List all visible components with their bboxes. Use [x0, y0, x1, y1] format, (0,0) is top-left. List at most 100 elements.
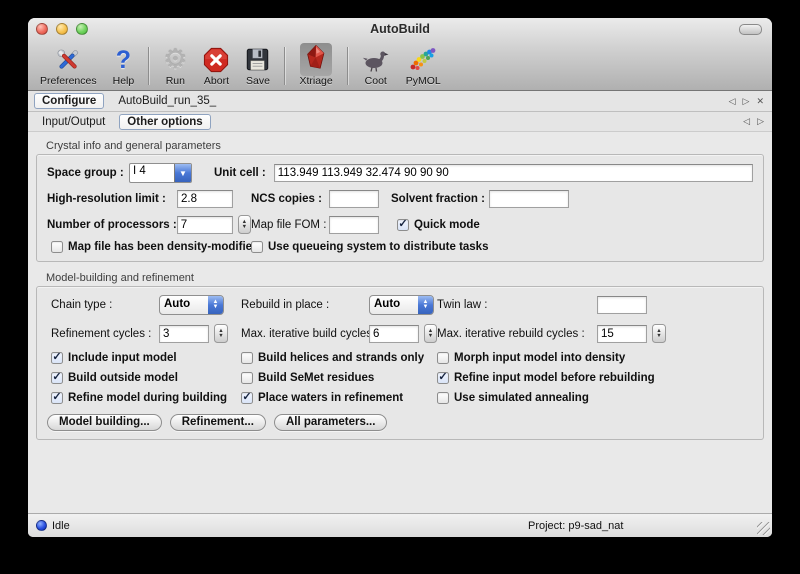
checkbox-box[interactable]: ✓ — [241, 372, 253, 384]
toolbar-button-xtriage[interactable]: Xtriage — [293, 45, 338, 87]
twin-law-field[interactable] — [597, 296, 647, 314]
toolbar-label: PyMOL — [406, 75, 441, 87]
unit-cell-field[interactable] — [274, 164, 753, 182]
tab-scroll-left-icon[interactable]: ◁ — [743, 116, 750, 127]
rebuild-cycles-field[interactable] — [597, 325, 647, 343]
checkbox-box[interactable]: ✓ — [437, 352, 449, 364]
high-res-label: High-resolution limit : — [47, 193, 177, 205]
build-outside-model-checkbox[interactable]: ✓ Build outside model — [47, 372, 241, 384]
tab-nav: ◁ ▷ ✕ — [729, 96, 766, 107]
preferences-icon — [54, 45, 82, 74]
checkbox-label: Place waters in refinement — [258, 392, 403, 404]
all-parameters-button[interactable]: All parameters... — [274, 414, 387, 431]
solvent-fraction-label: Solvent fraction : — [391, 193, 489, 205]
toolbar-button-save[interactable]: Save — [239, 45, 276, 87]
tab-other-options[interactable]: Other options — [119, 114, 210, 130]
checkbox-box[interactable]: ✓ — [241, 352, 253, 364]
group-title: Crystal info and general parameters — [46, 140, 764, 152]
refinement-button[interactable]: Refinement... — [170, 414, 266, 431]
refine-during-building-checkbox[interactable]: ✓ Refine model during building — [47, 392, 241, 404]
tab-scroll-right-icon[interactable]: ▷ — [757, 116, 764, 127]
toolbar-label: Run — [166, 75, 185, 87]
toolbar-label: Save — [246, 75, 270, 87]
toolbar-separator — [284, 47, 285, 85]
build-cycles-label: Max. iterative build cycles : — [241, 328, 369, 340]
rebuild-cycles-stepper[interactable]: ▲▼ — [652, 324, 666, 343]
toolbar-label: Xtriage — [299, 75, 332, 87]
unit-cell-label: Unit cell : — [214, 167, 266, 179]
titlebar[interactable]: AutoBuild — [28, 18, 772, 39]
refine-input-model-checkbox[interactable]: ✓ Refine input model before rebuilding — [437, 372, 753, 384]
refinement-cycles-field[interactable] — [159, 325, 209, 343]
model-building-button[interactable]: Model building... — [47, 414, 162, 431]
nproc-stepper[interactable]: ▲▼ — [238, 215, 251, 234]
rebuild-in-place-popup[interactable]: Auto ▲▼ — [369, 295, 434, 315]
toolbar-toggle-pill[interactable] — [739, 24, 762, 35]
place-waters-checkbox[interactable]: ✓ Place waters in refinement — [241, 392, 437, 404]
tab-close-icon[interactable]: ✕ — [756, 96, 764, 107]
autobuild-window: AutoBuild — [28, 18, 772, 537]
toolbar: Preferences ? Help ⚙ Run Abort — [28, 39, 772, 90]
checkbox-box[interactable]: ✓ — [51, 392, 63, 404]
toolbar-button-coot[interactable]: Coot — [356, 45, 396, 87]
window-title: AutoBuild — [28, 22, 772, 36]
build-cycles-field[interactable] — [369, 325, 419, 343]
queueing-checkbox[interactable]: ✓ Use queueing system to distribute task… — [251, 241, 753, 253]
toolbar-label: Preferences — [40, 75, 97, 87]
simulated-annealing-checkbox[interactable]: ✓ Use simulated annealing — [437, 392, 753, 404]
main-tab-bar: Configure AutoBuild_run_35_ ◁ ▷ ✕ — [28, 91, 772, 112]
build-cycles-stepper[interactable]: ▲▼ — [424, 324, 437, 343]
density-modified-checkbox[interactable]: ✓ Map file has been density-modified — [51, 241, 251, 253]
map-fom-field[interactable] — [329, 216, 379, 234]
space-group-combobox[interactable]: I 4 ▼ — [129, 163, 192, 183]
toolbar-button-preferences[interactable]: Preferences — [34, 45, 103, 87]
toolbar-separator — [148, 47, 149, 85]
nproc-field[interactable] — [177, 216, 233, 234]
toolbar-label: Help — [113, 75, 135, 87]
checkbox-label: Refine input model before rebuilding — [454, 372, 655, 384]
build-semet-checkbox[interactable]: ✓ Build SeMet residues — [241, 372, 437, 384]
save-icon — [245, 45, 270, 74]
pymol-icon — [409, 45, 437, 74]
tab-input-output[interactable]: Input/Output — [34, 114, 113, 130]
checkbox-box[interactable]: ✓ — [241, 392, 253, 404]
rebuild-in-place-value: Auto — [370, 296, 418, 314]
toolbar-button-pymol[interactable]: PyMOL — [400, 45, 447, 87]
tab-configure[interactable]: Configure — [34, 93, 104, 109]
chevron-down-icon[interactable]: ▼ — [174, 164, 191, 182]
model-building-group: Model-building and refinement Chain type… — [36, 272, 764, 440]
solvent-fraction-field[interactable] — [489, 190, 569, 208]
toolbar-button-run[interactable]: ⚙ Run — [157, 45, 193, 87]
refinement-cycles-stepper[interactable]: ▲▼ — [214, 324, 228, 343]
checkbox-box[interactable]: ✓ — [251, 241, 263, 253]
high-res-field[interactable] — [177, 190, 233, 208]
include-input-model-checkbox[interactable]: ✓ Include input model — [47, 352, 241, 364]
crystal-info-group: Crystal info and general parameters Spac… — [36, 140, 764, 262]
checkbox-box[interactable]: ✓ — [437, 392, 449, 404]
coot-bird-icon — [362, 45, 390, 74]
quick-mode-checkbox[interactable]: ✓ Quick mode — [397, 219, 753, 231]
tab-autobuild-run[interactable]: AutoBuild_run_35_ — [110, 93, 224, 109]
build-helices-checkbox[interactable]: ✓ Build helices and strands only — [241, 352, 437, 364]
status-text: Idle — [52, 520, 70, 532]
tab-scroll-left-icon[interactable]: ◁ — [729, 96, 736, 107]
resize-grip[interactable] — [757, 522, 770, 535]
morph-model-checkbox[interactable]: ✓ Morph input model into density — [437, 352, 753, 364]
toolbar-button-help[interactable]: ? Help — [107, 45, 141, 87]
toolbar-button-abort[interactable]: Abort — [197, 45, 235, 87]
toolbar-separator — [347, 47, 348, 85]
checkbox-box[interactable]: ✓ — [437, 372, 449, 384]
checkbox-box[interactable]: ✓ — [51, 352, 63, 364]
chain-type-popup[interactable]: Auto ▲▼ — [159, 295, 224, 315]
toolbar-label: Abort — [204, 75, 229, 87]
checkbox-label: Refine model during building — [68, 392, 227, 404]
status-bar: Idle Project: p9-sad_nat — [28, 513, 772, 537]
ncs-copies-field[interactable] — [329, 190, 379, 208]
status-led-icon — [36, 520, 47, 531]
checkbox-box[interactable]: ✓ — [397, 219, 409, 231]
sub-tab-nav: ◁ ▷ — [743, 116, 766, 127]
checkbox-box[interactable]: ✓ — [51, 372, 63, 384]
checkbox-box[interactable]: ✓ — [51, 241, 63, 253]
checkbox-label: Morph input model into density — [454, 352, 625, 364]
tab-scroll-right-icon[interactable]: ▷ — [743, 96, 750, 107]
